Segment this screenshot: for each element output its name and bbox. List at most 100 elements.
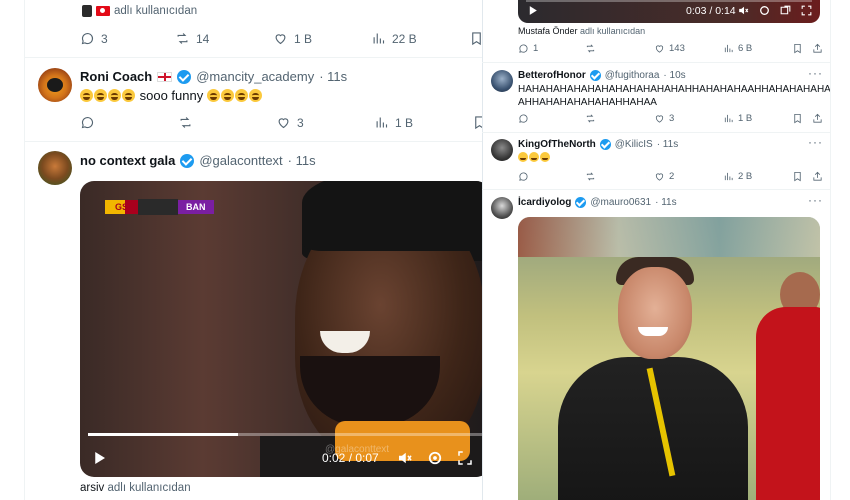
england-flag-icon: [157, 71, 173, 82]
bookmark-button[interactable]: [469, 31, 482, 46]
team-away: BAN: [178, 200, 214, 214]
views-button[interactable]: 2 B: [723, 171, 792, 182]
bookmark-button[interactable]: [792, 43, 812, 54]
bookmark-icon: [472, 32, 481, 46]
reply1-text: HAHAHAHAHAHAHAHAHAHAHAHAHHAHAHAHAAHHAHAH…: [518, 83, 850, 109]
bookmark-button[interactable]: [792, 171, 812, 182]
user-handle[interactable]: @KilicIS: [615, 139, 653, 150]
views-icon: [376, 117, 388, 128]
retweet-button[interactable]: [178, 115, 276, 130]
avatar[interactable]: [491, 139, 513, 161]
score-overlay: GS BAN: [105, 199, 214, 215]
share-icon: [813, 113, 822, 123]
reply-button[interactable]: [80, 115, 178, 130]
like-button[interactable]: 1 B: [273, 31, 371, 46]
retweet-button[interactable]: [585, 113, 654, 124]
reply-button[interactable]: [518, 113, 585, 124]
retweet-button[interactable]: 14: [175, 31, 273, 46]
volume-icon[interactable]: [737, 4, 750, 17]
reply2-header: KingOfTheNorth @KilicIS · 11s: [518, 139, 678, 150]
separator: [24, 57, 482, 58]
avatar-mini-icon: [82, 5, 92, 17]
avatar[interactable]: [491, 70, 513, 92]
timestamp[interactable]: · 11s: [655, 197, 677, 208]
fullscreen-icon[interactable]: [800, 4, 813, 17]
reply-button[interactable]: 1: [518, 43, 585, 54]
user-handle[interactable]: @mancity_academy: [196, 69, 314, 84]
user-handle[interactable]: @fugithoraa: [605, 70, 660, 81]
attribution-suffix: adlı kullanıcıdan: [580, 26, 646, 36]
retweet-button[interactable]: [585, 43, 654, 54]
display-name[interactable]: BetterofHonor: [518, 70, 586, 81]
like-button[interactable]: 143: [654, 43, 723, 54]
bookmark-icon: [794, 43, 801, 54]
volume-button[interactable]: [396, 449, 414, 467]
views-button[interactable]: 1 B: [374, 115, 472, 130]
avatar[interactable]: [38, 151, 72, 185]
bookmark-button[interactable]: [792, 113, 812, 124]
views-button[interactable]: 6 B: [723, 43, 792, 54]
fullscreen-button[interactable]: [456, 449, 474, 467]
views-count: 1 B: [738, 113, 753, 124]
settings-icon: [428, 451, 442, 465]
timestamp[interactable]: · 11s: [288, 153, 316, 168]
like-button[interactable]: 3: [654, 113, 723, 124]
timestamp[interactable]: · 10s: [663, 70, 685, 81]
more-options-icon[interactable]: ···: [808, 193, 823, 207]
top-video-progress[interactable]: [526, 0, 812, 2]
user-handle[interactable]: @mauro0631: [590, 197, 651, 208]
views-count: 6 B: [738, 43, 753, 54]
avatar[interactable]: [38, 68, 72, 102]
user-handle[interactable]: @galaconttext: [199, 153, 282, 168]
attribution-user[interactable]: arsiv: [80, 482, 104, 494]
retweet-icon: [586, 44, 595, 53]
display-name[interactable]: no context gala: [80, 153, 175, 168]
more-options-icon[interactable]: ···: [808, 135, 823, 149]
display-name[interactable]: Roni Coach: [80, 69, 152, 84]
settings-button[interactable]: [426, 449, 444, 467]
views-count: 2 B: [738, 171, 753, 182]
video-progress-bar[interactable]: [88, 433, 482, 436]
display-name[interactable]: KingOfTheNorth: [518, 139, 596, 150]
top-video-player[interactable]: 0:03 / 0:14: [518, 0, 820, 23]
play-icon[interactable]: [526, 4, 539, 17]
reply-button[interactable]: [518, 171, 585, 182]
views-button[interactable]: 1 B: [723, 113, 792, 124]
reply2-actions: 2 2 B: [518, 171, 823, 182]
retweet-button[interactable]: [585, 171, 654, 182]
more-options-icon[interactable]: ···: [808, 66, 823, 80]
like-count: 2: [669, 171, 675, 182]
share-button[interactable]: [812, 113, 823, 124]
reply-icon: [519, 114, 528, 123]
attribution-user[interactable]: Mustafa Önder: [518, 26, 578, 36]
timestamp[interactable]: · 11s: [657, 139, 679, 150]
pip-icon[interactable]: [779, 4, 792, 17]
settings-icon[interactable]: [758, 4, 771, 17]
video-player[interactable]: GS BAN @galaconttext 0:02 / 0:07: [80, 181, 482, 477]
reply3-photo[interactable]: [518, 217, 820, 500]
reply-button[interactable]: 3: [80, 31, 175, 46]
like-button[interactable]: 2: [654, 171, 723, 182]
avatar[interactable]: [491, 197, 513, 219]
like-count: 143: [669, 43, 685, 54]
photo-man-head: [618, 267, 692, 359]
play-button[interactable]: [90, 449, 108, 467]
share-button[interactable]: [812, 43, 823, 54]
like-button[interactable]: 3: [276, 115, 374, 130]
bookmark-icon: [475, 116, 482, 130]
tweet2-actions: 3 1 B: [80, 115, 482, 130]
views-icon: [724, 44, 733, 53]
views-count: 22 B: [392, 31, 417, 46]
retweet-icon: [586, 172, 595, 181]
video-time: 0:02 / 0:07: [322, 451, 379, 465]
views-button[interactable]: 22 B: [371, 31, 469, 46]
pane-divider: [482, 0, 483, 500]
display-name[interactable]: İcardiyolog: [518, 197, 571, 208]
laughing-emoji-icon: [122, 89, 135, 102]
bookmark-button[interactable]: [472, 115, 482, 130]
retweet-icon: [586, 114, 595, 123]
share-button[interactable]: [812, 171, 823, 182]
timestamp[interactable]: · 11s: [319, 69, 347, 84]
top-video-attribution: Mustafa Önder adlı kullanıcıdan: [518, 26, 645, 36]
like-count: 3: [297, 115, 304, 130]
